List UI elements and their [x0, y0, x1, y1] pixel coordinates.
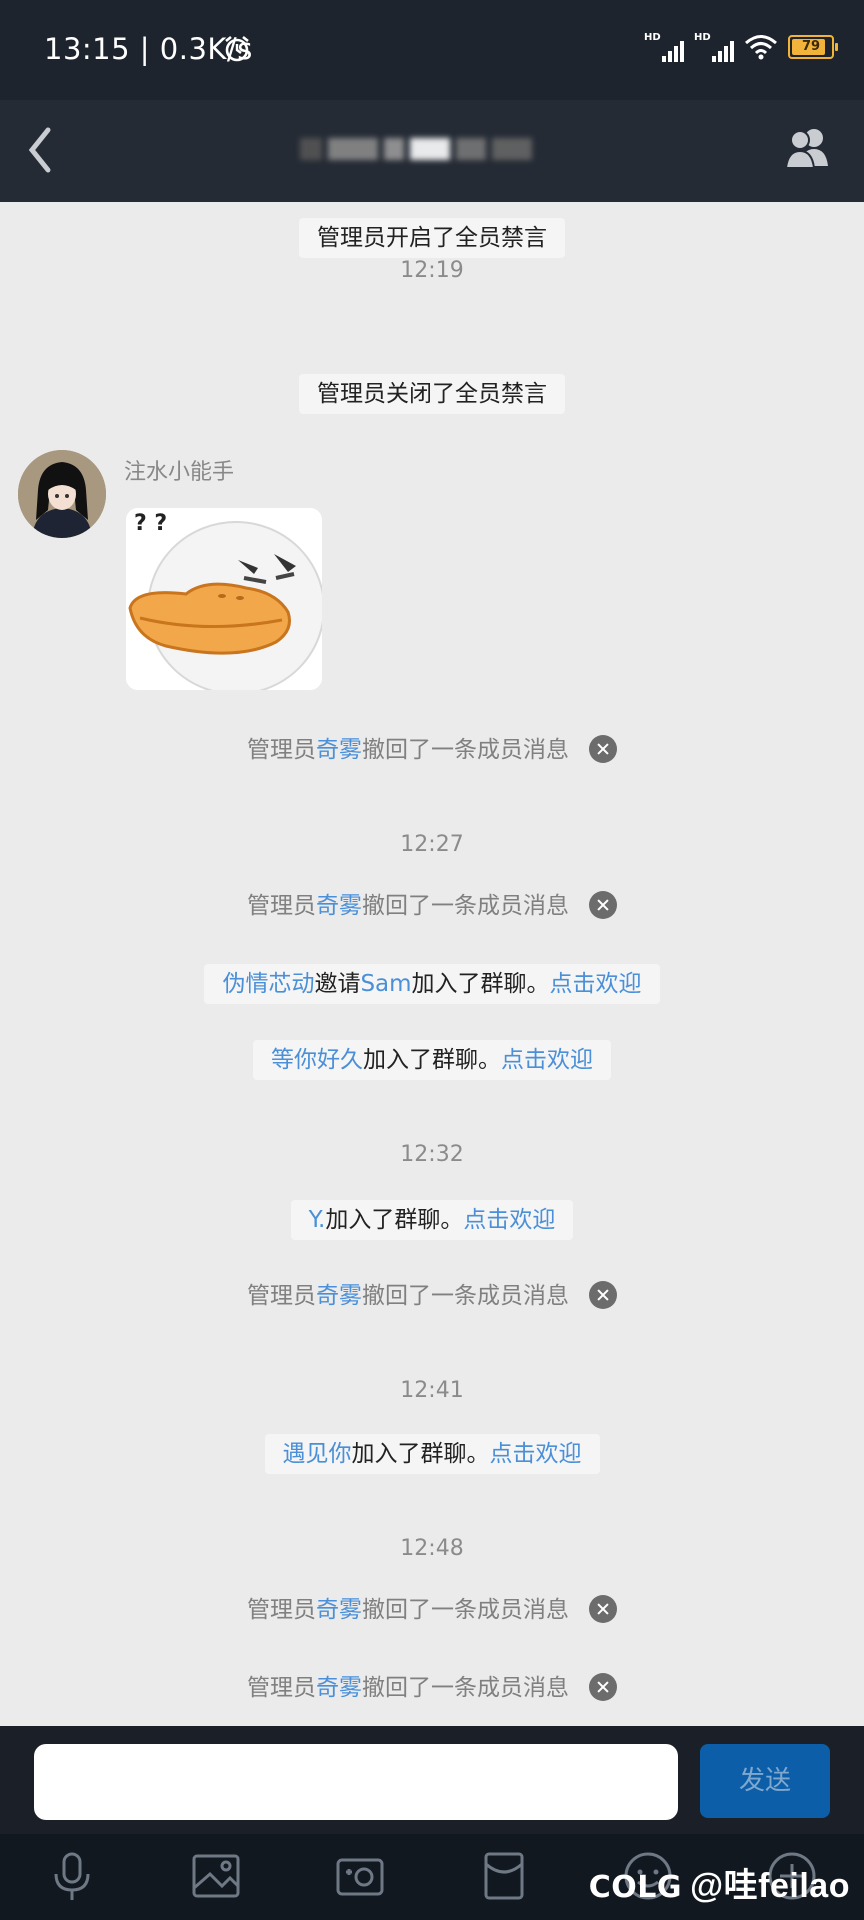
admin-name-link[interactable]: 奇雾 — [316, 893, 362, 919]
recall-notice: 管理员奇雾撤回了一条成员消息 — [0, 1668, 864, 1703]
group-members-icon[interactable] — [778, 118, 838, 178]
recall-suffix: 撤回了一条成员消息 — [362, 737, 569, 763]
system-message-text: 管理员开启了全员禁言 — [299, 218, 565, 258]
avatar[interactable] — [18, 450, 106, 538]
join-invite-verb: 邀请 — [314, 971, 361, 997]
user-name-link[interactable]: 遇见你 — [283, 1441, 352, 1467]
join-notice: 等你好久加入了群聊。点击欢迎 — [0, 1040, 864, 1080]
join-text: 加入了群聊。 — [351, 1441, 490, 1467]
timestamp-text: 12:19 — [400, 258, 464, 283]
image-icon[interactable] — [188, 1848, 244, 1904]
welcome-link[interactable]: 点击欢迎 — [550, 971, 642, 997]
close-icon[interactable] — [589, 734, 617, 763]
message-input[interactable] — [34, 1744, 678, 1820]
inviter-name-link[interactable]: 伪情芯动 — [222, 971, 314, 997]
timestamp: 12:27 — [0, 832, 864, 857]
user-name-link[interactable]: 等你好久 — [271, 1047, 363, 1073]
recall-prefix: 管理员 — [247, 893, 316, 919]
close-icon[interactable] — [589, 1672, 617, 1701]
message-input-bar: 发送 — [0, 1726, 864, 1834]
join-notice-pill: Y.加入了群聊。点击欢迎 — [290, 1200, 574, 1240]
join-text: 加入了群聊。 — [411, 971, 550, 997]
recall-prefix: 管理员 — [247, 1283, 316, 1309]
send-button[interactable]: 发送 — [700, 1744, 830, 1818]
status-icons: HD HD 79 — [644, 32, 838, 62]
svg-text:? ?: ? ? — [134, 511, 167, 536]
status-time: 13:15 — [44, 32, 131, 66]
recall-suffix: 撤回了一条成员消息 — [362, 1283, 569, 1309]
network-label: HD — [644, 32, 661, 43]
recall-suffix: 撤回了一条成员消息 — [362, 893, 569, 919]
sticker-image[interactable]: ? ? — [126, 508, 322, 690]
chevron-left-icon[interactable] — [16, 120, 66, 180]
recall-prefix: 管理员 — [247, 1597, 316, 1623]
sender-name: 注水小能手 — [124, 460, 235, 485]
join-notice: 遇见你加入了群聊。点击欢迎 — [0, 1434, 864, 1474]
recall-notice: 管理员奇雾撤回了一条成员消息 — [0, 730, 864, 765]
system-message: 管理员关闭了全员禁言 — [0, 374, 864, 414]
close-icon[interactable] — [589, 890, 617, 919]
alarm-icon — [225, 35, 249, 62]
admin-name-link[interactable]: 奇雾 — [316, 1675, 362, 1701]
timestamp-text: 12:27 — [400, 832, 464, 857]
join-text: 加入了群聊。 — [325, 1207, 464, 1233]
timestamp-text: 12:32 — [400, 1142, 464, 1167]
recall-notice: 管理员奇雾撤回了一条成员消息 — [0, 886, 864, 921]
timestamp: 12:32 — [0, 1142, 864, 1167]
welcome-link[interactable]: 点击欢迎 — [501, 1047, 593, 1073]
recall-suffix: 撤回了一条成员消息 — [362, 1597, 569, 1623]
user-name-link[interactable]: Y. — [309, 1207, 326, 1233]
system-message-text: 管理员关闭了全员禁言 — [299, 374, 565, 414]
admin-name-link[interactable]: 奇雾 — [316, 1283, 362, 1309]
recall-suffix: 撤回了一条成员消息 — [362, 1675, 569, 1701]
system-message: 管理员开启了全员禁言 — [0, 218, 864, 258]
recall-prefix: 管理员 — [247, 737, 316, 763]
welcome-link[interactable]: 点击欢迎 — [490, 1441, 582, 1467]
watermark-text: @哇feilao — [690, 1867, 850, 1905]
status-separator: | — [139, 32, 160, 66]
join-notice-pill: 伪情芯动邀请Sam加入了群聊。点击欢迎 — [204, 964, 660, 1004]
close-icon[interactable] — [589, 1594, 617, 1623]
battery-level: 79 — [801, 39, 821, 54]
admin-name-link[interactable]: 奇雾 — [316, 737, 362, 763]
timestamp: 12:41 — [0, 1378, 864, 1403]
join-notice: 伪情芯动邀请Sam加入了群聊。点击欢迎 — [0, 964, 864, 1004]
recall-prefix: 管理员 — [247, 1675, 316, 1701]
timestamp: 12:48 — [0, 1536, 864, 1561]
timestamp-text: 12:41 — [400, 1378, 464, 1403]
timestamp: 12:19 — [0, 258, 864, 283]
microphone-icon[interactable] — [44, 1848, 100, 1904]
watermark-logo: COLG — [588, 1870, 683, 1905]
join-text: 加入了群聊。 — [363, 1047, 501, 1073]
network-label: HD — [694, 32, 711, 43]
timestamp-text: 12:48 — [400, 1536, 464, 1561]
signal-icon: HD — [694, 32, 734, 62]
red-packet-icon[interactable] — [476, 1848, 532, 1904]
close-icon[interactable] — [589, 1280, 617, 1309]
title-bar — [0, 100, 864, 202]
chat-message-list[interactable]: 管理员开启了全员禁言 12:19 管理员关闭了全员禁言 注水小能手 ? ? 管理… — [0, 202, 864, 1726]
join-notice: Y.加入了群聊。点击欢迎 — [0, 1200, 864, 1240]
group-title-redacted — [300, 138, 566, 164]
user-name-link[interactable]: Sam — [360, 971, 411, 997]
status-bar: 13:15 | 0.3K/s HD HD 79 — [0, 0, 864, 100]
battery-icon: 79 — [788, 35, 838, 59]
recall-notice: 管理员奇雾撤回了一条成员消息 — [0, 1276, 864, 1311]
camera-icon[interactable] — [332, 1848, 388, 1904]
join-notice-pill: 等你好久加入了群聊。点击欢迎 — [253, 1040, 611, 1080]
welcome-link[interactable]: 点击欢迎 — [463, 1207, 555, 1233]
watermark: COLG @哇feilao — [589, 1858, 850, 1907]
join-notice-pill: 遇见你加入了群聊。点击欢迎 — [264, 1434, 600, 1474]
admin-name-link[interactable]: 奇雾 — [316, 1597, 362, 1623]
recall-notice: 管理员奇雾撤回了一条成员消息 — [0, 1590, 864, 1625]
signal-icon: HD — [644, 32, 684, 62]
wifi-icon — [745, 35, 777, 60]
